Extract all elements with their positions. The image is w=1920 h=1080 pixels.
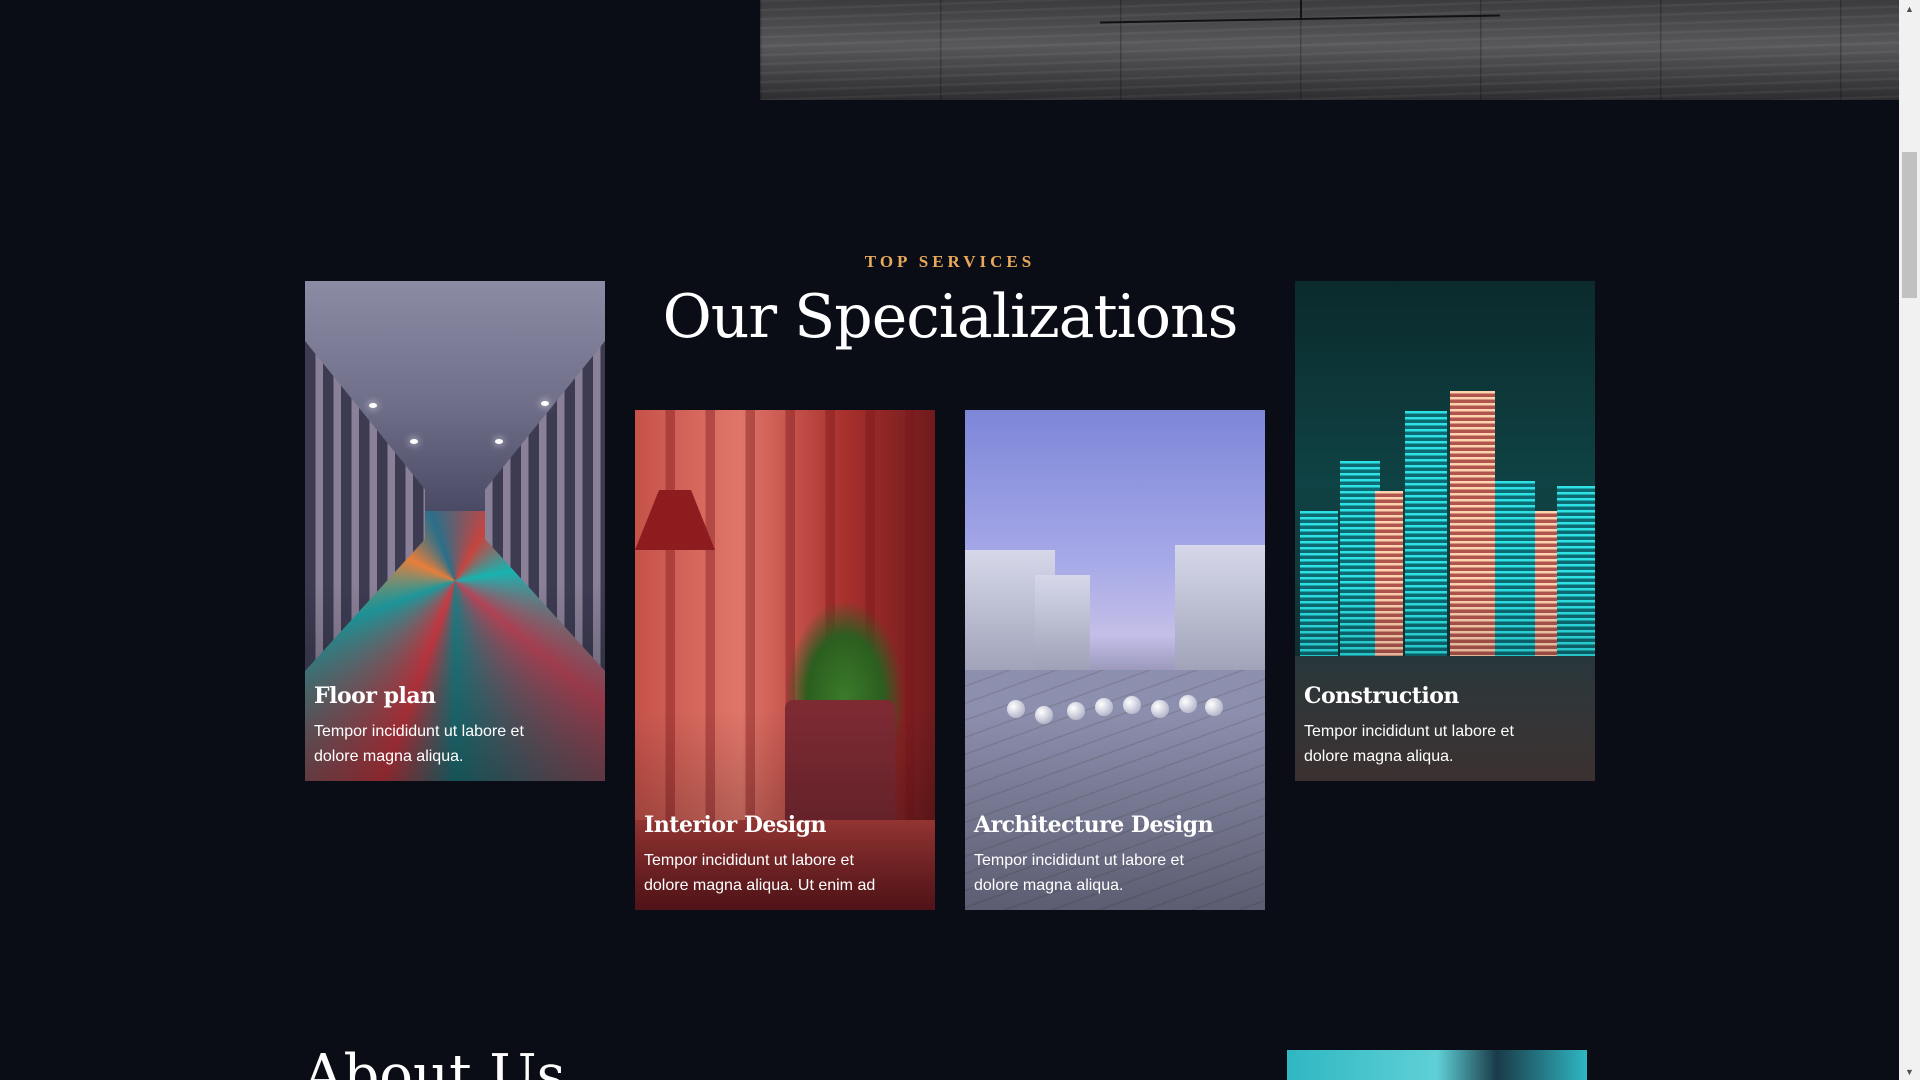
hero-image xyxy=(760,0,1899,100)
ceiling-light xyxy=(369,403,377,408)
page: TOP SERVICES Our Specializations Floor p… xyxy=(0,0,1920,1080)
about-title: About Us xyxy=(303,1043,566,1080)
service-card-architecture-design[interactable]: Architecture Design Tempor incididunt ut… xyxy=(965,410,1265,910)
card-image-building xyxy=(1035,575,1090,670)
card-title[interactable]: Interior Design xyxy=(644,812,827,838)
card-description: Tempor incididunt ut labore et dolore ma… xyxy=(314,723,524,765)
card-description: Tempor incididunt ut labore et dolore ma… xyxy=(644,852,876,894)
section-title: Our Specializations xyxy=(662,282,1239,352)
card-description: Tempor incididunt ut labore et dolore ma… xyxy=(1304,723,1514,765)
ceiling-light xyxy=(410,439,418,444)
ceiling-light xyxy=(541,401,549,406)
service-card-interior-design[interactable]: Interior Design Tempor incididunt ut lab… xyxy=(635,410,935,910)
card-title[interactable]: Construction xyxy=(1304,683,1459,709)
ceiling-light xyxy=(495,439,503,444)
scrollbar-thumb[interactable] xyxy=(1902,152,1917,298)
hero-image-detail xyxy=(1300,0,1302,20)
card-title[interactable]: Floor plan xyxy=(314,683,436,709)
about-image xyxy=(1287,1050,1587,1080)
section-eyebrow: TOP SERVICES xyxy=(864,252,1036,271)
card-description: Tempor incididunt ut labore et dolore ma… xyxy=(974,852,1184,894)
service-card-floor-plan[interactable]: Floor plan Tempor incididunt ut labore e… xyxy=(305,281,605,781)
service-card-construction[interactable]: Construction Tempor incididunt ut labore… xyxy=(1295,281,1595,781)
scrollbar[interactable]: ▲ ▼ xyxy=(1899,0,1920,1080)
card-title[interactable]: Architecture Design xyxy=(974,812,1214,838)
scroll-up-icon[interactable]: ▲ xyxy=(1899,0,1920,17)
card-image-building xyxy=(1175,545,1265,675)
card-image-lamp xyxy=(635,490,715,550)
scroll-down-icon[interactable]: ▼ xyxy=(1899,1063,1920,1080)
